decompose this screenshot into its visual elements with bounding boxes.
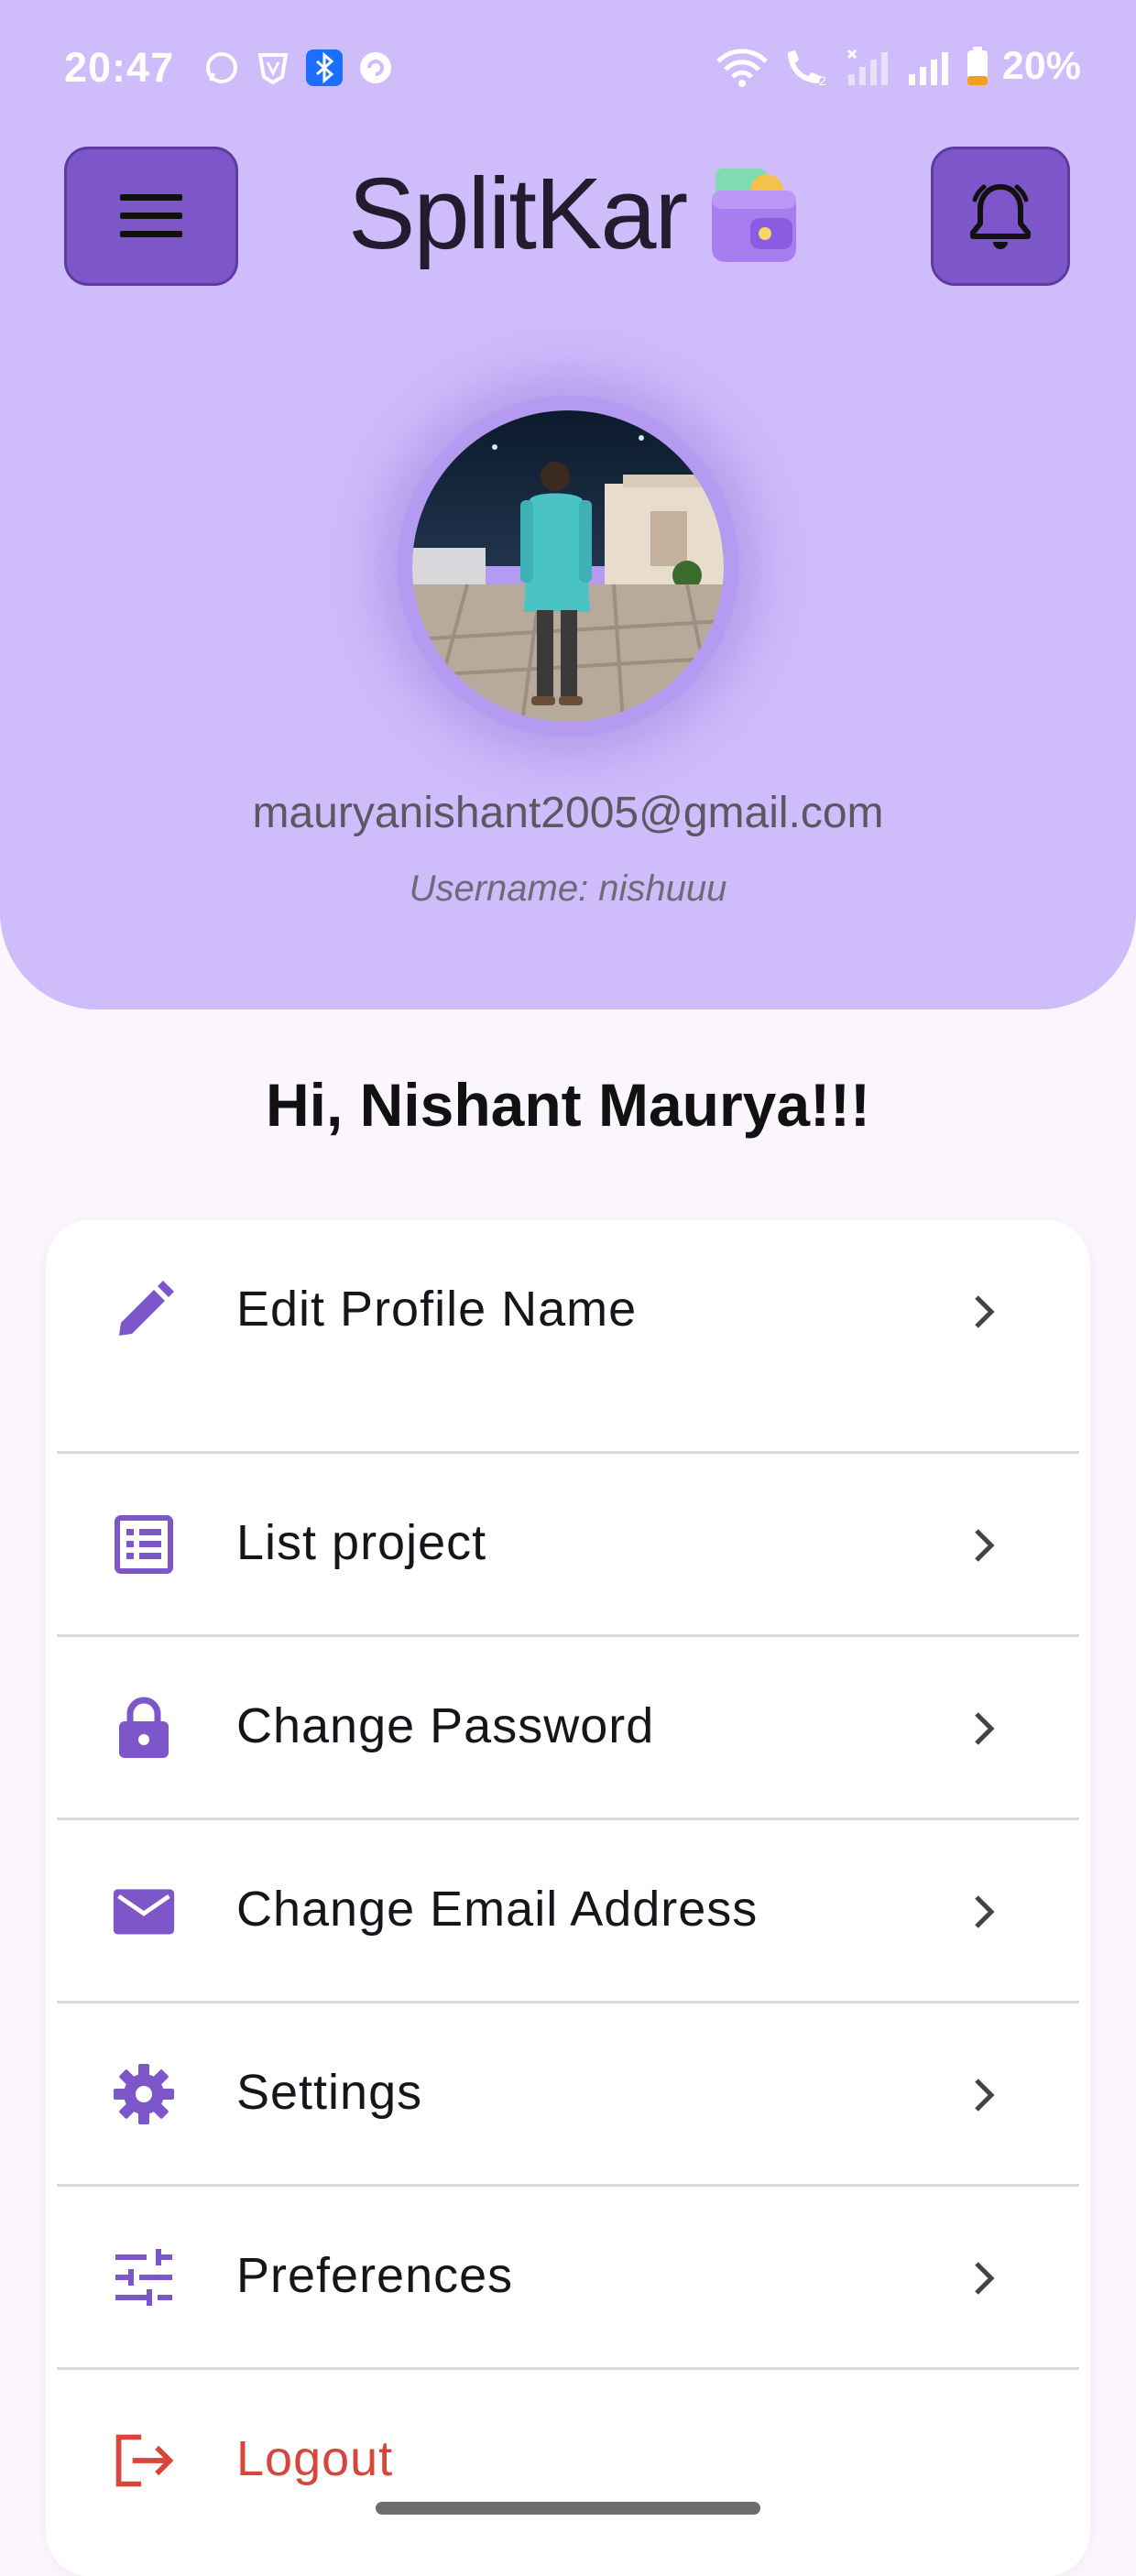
menu-item-list-project[interactable]: List project bbox=[57, 1454, 1079, 1635]
wifi-icon bbox=[716, 48, 768, 87]
chevron-right-icon bbox=[975, 1712, 995, 1745]
lock-icon bbox=[112, 1696, 176, 1760]
profile-username: Username: nishuuu bbox=[409, 868, 727, 909]
chevron-right-icon bbox=[975, 1895, 995, 1928]
menu-item-logout[interactable]: Logout bbox=[57, 2370, 1079, 2551]
hamburger-icon bbox=[120, 194, 182, 237]
profile-email: mauryanishant2005@gmail.com bbox=[252, 789, 884, 837]
profile-menu-card: Edit Profile Name List project Change Pa… bbox=[46, 1220, 1090, 2576]
menu-item-change-email[interactable]: Change Email Address bbox=[57, 1820, 1079, 2002]
wallet-icon bbox=[712, 169, 797, 262]
menu-item-label: Edit Profile Name bbox=[236, 1282, 638, 1337]
wifi-call-icon: 2 bbox=[787, 49, 826, 87]
status-time: 20:47 bbox=[64, 44, 175, 91]
system-icons: 2 20% bbox=[715, 44, 1081, 89]
status-bar: 20:47 2 20% bbox=[0, 0, 1136, 137]
signal-sim1-icon bbox=[847, 49, 888, 85]
menu-item-label: Logout bbox=[236, 2431, 394, 2486]
menu-item-label: Settings bbox=[236, 2065, 423, 2120]
profile-photo bbox=[412, 410, 724, 722]
chevron-right-icon bbox=[975, 1295, 995, 1328]
menu-item-edit-profile-name[interactable]: Edit Profile Name bbox=[57, 1220, 1079, 1402]
gear-icon bbox=[112, 2062, 176, 2126]
bluetooth-icon bbox=[306, 49, 343, 86]
bell-icon bbox=[970, 184, 1031, 249]
app-title: SplitKar bbox=[348, 158, 688, 270]
avatar[interactable] bbox=[398, 396, 738, 737]
battery-icon bbox=[967, 46, 988, 85]
vpn-shield-icon bbox=[257, 53, 289, 85]
battery-percent: 20% bbox=[1001, 44, 1081, 88]
home-indicator[interactable] bbox=[376, 2502, 760, 2515]
chevron-right-icon bbox=[975, 2262, 995, 2295]
svg-text:2: 2 bbox=[819, 73, 826, 87]
menu-item-change-password[interactable]: Change Password bbox=[57, 1637, 1079, 1818]
chevron-right-icon bbox=[975, 1529, 995, 1562]
mail-icon bbox=[112, 1879, 176, 1943]
menu-button[interactable] bbox=[64, 147, 238, 286]
menu-item-label: Change Password bbox=[236, 1698, 655, 1753]
menu-item-label: Change Email Address bbox=[236, 1882, 759, 1937]
sliders-icon bbox=[112, 2245, 176, 2309]
sync-icon bbox=[360, 52, 391, 83]
pencil-icon bbox=[112, 1279, 176, 1343]
signal-sim2-icon bbox=[908, 51, 948, 85]
list-icon bbox=[112, 1512, 176, 1577]
menu-item-preferences[interactable]: Preferences bbox=[57, 2187, 1079, 2368]
logout-icon bbox=[112, 2429, 176, 2493]
menu-item-label: Preferences bbox=[236, 2248, 514, 2303]
menu-item-label: List project bbox=[236, 1515, 487, 1570]
greeting-text: Hi, Nishant Maurya!!! bbox=[265, 1071, 871, 1139]
notification-icons bbox=[203, 49, 394, 86]
app-logo: SplitKar bbox=[348, 163, 800, 266]
chevron-right-icon bbox=[975, 2079, 995, 2112]
menu-item-settings[interactable]: Settings bbox=[57, 2003, 1079, 2185]
whatsapp-icon bbox=[206, 52, 237, 83]
notifications-button[interactable] bbox=[931, 147, 1070, 286]
